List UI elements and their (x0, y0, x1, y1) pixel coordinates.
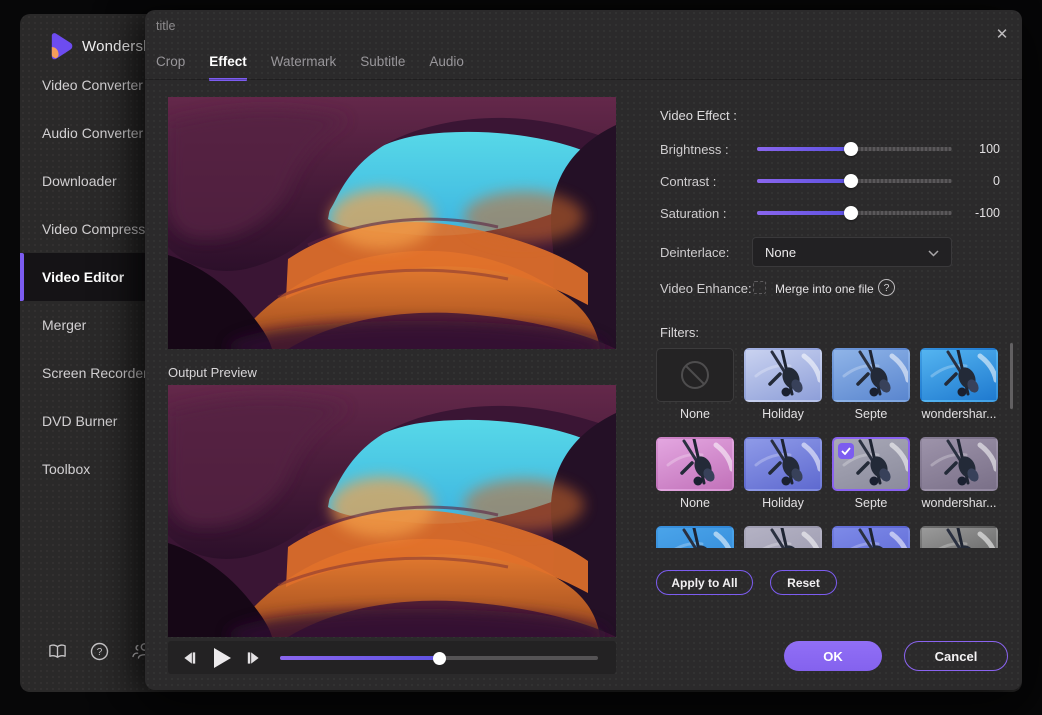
dialog-title: title (156, 19, 175, 33)
slider-value: 100 (945, 142, 1000, 156)
filter-septe[interactable]: Septe (832, 348, 910, 423)
next-frame-icon[interactable] (242, 641, 264, 674)
filter-none[interactable]: None (656, 437, 734, 512)
filter-name: Holiday (744, 496, 822, 512)
svg-text:?: ? (96, 647, 102, 658)
contrast-slider[interactable] (757, 179, 952, 183)
filter-wondershar[interactable]: wondershar... (920, 437, 998, 512)
filter-thumbnail[interactable] (832, 437, 910, 491)
filter-name: None (656, 407, 734, 423)
video-enhance-label: Video Enhance: (660, 281, 752, 296)
filter-thumb[interactable] (656, 526, 734, 548)
slider-value: 0 (945, 174, 1000, 188)
filter-name: Holiday (744, 407, 822, 423)
playback-progress-slider[interactable] (280, 656, 598, 660)
filter-row: None Holiday Septe wondershar... (656, 437, 1005, 512)
slider-fill (757, 211, 851, 215)
wondershare-logo-icon (47, 32, 74, 61)
slider-row-contrast: Contrast : 0 (660, 171, 1005, 191)
no-entry-icon (678, 358, 712, 392)
help-icon[interactable]: ? (89, 641, 109, 661)
filter-thumbnail[interactable] (920, 526, 998, 548)
play-icon[interactable] (208, 641, 236, 674)
merge-help-icon[interactable]: ? (878, 279, 895, 296)
ok-button[interactable]: OK (784, 641, 882, 671)
selected-check-icon (838, 443, 854, 459)
tab-watermark[interactable]: Watermark (271, 54, 337, 81)
tab-subtitle[interactable]: Subtitle (360, 54, 405, 81)
merge-checkbox-label: Merge into one file (775, 282, 874, 296)
apply-to-all-button[interactable]: Apply to All (656, 570, 753, 595)
tab-divider (145, 79, 1022, 80)
slider-label: Brightness : (660, 142, 729, 157)
previous-frame-icon[interactable] (178, 641, 200, 674)
filter-name: None (656, 496, 734, 512)
filter-thumbnail[interactable] (920, 348, 998, 402)
transport-bar (168, 641, 616, 674)
source-preview (168, 97, 616, 349)
filter-name: wondershar... (920, 407, 998, 423)
slider-label: Contrast : (660, 174, 716, 189)
deinterlace-value: None (765, 245, 796, 260)
output-preview (168, 385, 616, 637)
filter-thumbnail[interactable] (920, 437, 998, 491)
filter-thumb[interactable] (920, 526, 998, 548)
filter-thumbnail[interactable] (744, 437, 822, 491)
video-effect-title: Video Effect : (660, 108, 737, 123)
deinterlace-select[interactable]: None (752, 237, 952, 267)
sidebar-footer: ? (47, 641, 151, 661)
filter-thumbnail[interactable] (656, 526, 734, 548)
filter-thumb[interactable] (744, 526, 822, 548)
dialog-tabs: Crop Effect Watermark Subtitle Audio (156, 54, 464, 81)
filter-thumbnail[interactable] (744, 526, 822, 548)
filter-name: Septe (832, 496, 910, 512)
filter-thumbnail[interactable] (744, 348, 822, 402)
slider-handle[interactable] (844, 174, 858, 188)
slider-row-saturation: Saturation : -100 (660, 203, 1005, 223)
slider-value: -100 (945, 206, 1000, 220)
deinterlace-label: Deinterlace: (660, 245, 729, 260)
filter-row (656, 526, 1005, 548)
no-filter-thumbnail[interactable] (656, 348, 734, 402)
filter-wondershar[interactable]: wondershar... (920, 348, 998, 423)
tab-effect[interactable]: Effect (209, 54, 247, 81)
filter-thumbnail[interactable] (656, 437, 734, 491)
filters-label: Filters: (660, 325, 699, 340)
output-preview-label: Output Preview (168, 365, 257, 380)
saturation-slider[interactable] (757, 211, 952, 215)
slider-row-brightness: Brightness : 100 (660, 139, 1005, 159)
tab-crop[interactable]: Crop (156, 54, 185, 81)
tab-audio[interactable]: Audio (429, 54, 464, 81)
chevron-down-icon (928, 245, 939, 260)
brightness-slider[interactable] (757, 147, 952, 151)
progress-fill (280, 656, 439, 660)
slider-label: Saturation : (660, 206, 727, 221)
filter-grid: None Holiday Septe wondershar... (656, 348, 1005, 548)
filter-thumbnail[interactable] (832, 526, 910, 548)
filter-thumb[interactable] (832, 526, 910, 548)
filter-name: Septe (832, 407, 910, 423)
merge-checkbox[interactable] (753, 281, 766, 294)
close-icon[interactable]: ✕ (991, 23, 1013, 45)
video-edit-dialog: title ✕ Crop Effect Watermark Subtitle Audio… (145, 10, 1022, 690)
slider-fill (757, 179, 851, 183)
filter-thumbnail[interactable] (832, 348, 910, 402)
filter-holiday[interactable]: Holiday (744, 437, 822, 512)
slider-handle[interactable] (844, 206, 858, 220)
reset-button[interactable]: Reset (770, 570, 837, 595)
progress-handle[interactable] (433, 652, 446, 665)
filter-row: None Holiday Septe wondershar... (656, 348, 1005, 423)
filter-none[interactable]: None (656, 348, 734, 423)
filters-scrollbar[interactable] (1010, 343, 1013, 409)
cancel-button[interactable]: Cancel (904, 641, 1008, 671)
slider-fill (757, 147, 851, 151)
filter-septe[interactable]: Septe (832, 437, 910, 512)
slider-handle[interactable] (844, 142, 858, 156)
filter-name: wondershar... (920, 496, 998, 512)
guide-book-icon[interactable] (47, 641, 67, 661)
effect-panel: Video Effect : Brightness : 100 Contrast :… (660, 100, 1005, 680)
filter-holiday[interactable]: Holiday (744, 348, 822, 423)
